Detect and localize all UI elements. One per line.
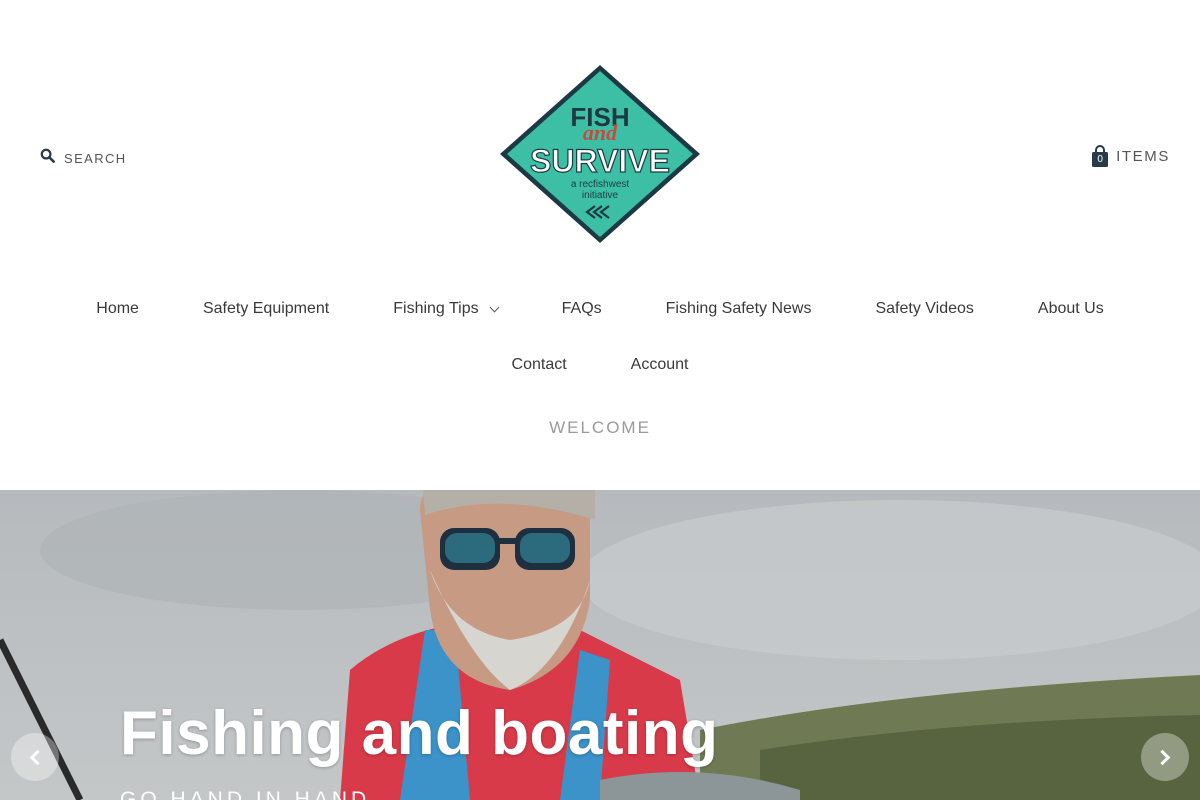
search-button[interactable]: SEARCH [40, 148, 127, 168]
chevron-right-icon [1154, 749, 1171, 765]
nav-faqs[interactable]: FAQs [562, 298, 602, 320]
main-nav-row-2: Contact Account [0, 354, 1200, 376]
hero-title: Fishing and boating [120, 699, 719, 768]
logo-tagline-2: initiative [582, 190, 619, 201]
chevron-down-icon [489, 302, 500, 312]
search-icon [40, 148, 55, 168]
logo-tagline-1: a recfishwest [571, 179, 630, 190]
nav-fishing-tips-label: Fishing Tips [393, 300, 479, 317]
search-label: SEARCH [64, 150, 127, 166]
chevron-left-icon [29, 749, 46, 765]
nav-safety-videos[interactable]: Safety Videos [875, 298, 973, 320]
nav-fishing-tips[interactable]: Fishing Tips [393, 298, 500, 320]
nav-safety-equipment[interactable]: Safety Equipment [203, 298, 329, 320]
nav-contact[interactable]: Contact [512, 354, 567, 376]
slider-prev-button[interactable] [11, 733, 59, 781]
logo-text-survive: SURVIVE [530, 143, 670, 179]
slider-next-button[interactable] [1141, 733, 1189, 781]
cart-count: 0 [1097, 154, 1103, 165]
logo-text-and: and [583, 120, 618, 145]
nav-home[interactable]: Home [96, 298, 139, 320]
cart-label: ITEMS [1116, 147, 1170, 165]
site-logo[interactable]: FISH and SURVIVE a recfishwest initiativ… [499, 64, 701, 244]
nav-account[interactable]: Account [631, 354, 689, 376]
main-nav-row-1: Home Safety Equipment Fishing Tips FAQs … [0, 298, 1200, 320]
hero-slider: Fishing and boating GO HAND IN HAND [0, 490, 1200, 800]
nav-about-us[interactable]: About Us [1038, 298, 1104, 320]
nav-welcome[interactable]: WELCOME [0, 418, 1200, 438]
hero-subtitle: GO HAND IN HAND [120, 788, 371, 800]
cart-button[interactable]: 0 ITEMS [1091, 145, 1170, 167]
shopping-bag-icon: 0 [1091, 145, 1109, 167]
nav-fishing-safety-news[interactable]: Fishing Safety News [666, 298, 812, 320]
